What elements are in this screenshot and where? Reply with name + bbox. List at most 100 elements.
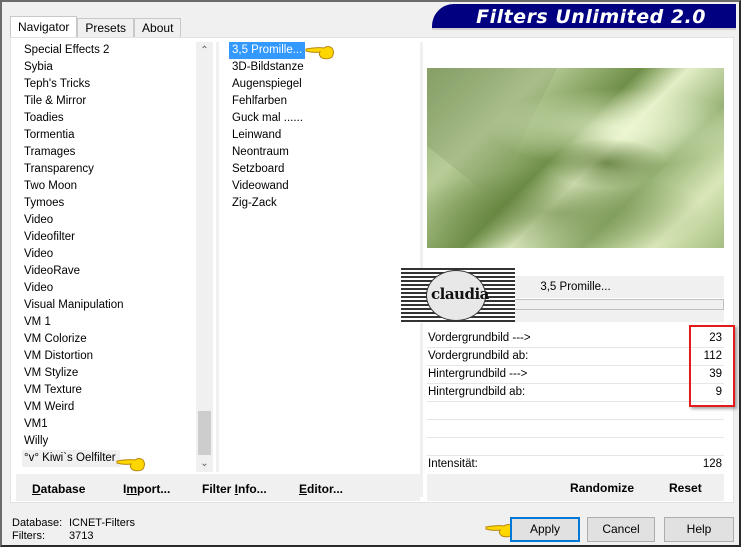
divider: [216, 42, 219, 472]
import-button[interactable]: Import...: [123, 482, 170, 496]
category-label: °v° Kiwi`s Oelfilter: [22, 450, 120, 467]
category-label: Toadies: [24, 112, 64, 124]
category-item[interactable]: Tymoes: [14, 195, 196, 212]
category-label: VM1: [24, 418, 48, 430]
category-item[interactable]: VM Texture: [14, 382, 196, 399]
filter-item[interactable]: Neontraum: [229, 144, 292, 161]
filter-item[interactable]: Fehlfarben: [229, 93, 290, 110]
tab-navigator[interactable]: Navigator: [10, 16, 78, 38]
category-item[interactable]: Video: [14, 246, 196, 263]
category-item[interactable]: Transparency: [14, 161, 196, 178]
category-label: Tile & Mirror: [24, 95, 87, 107]
category-item[interactable]: Tormentia: [14, 127, 196, 144]
category-item[interactable]: VM1: [14, 416, 196, 433]
category-item[interactable]: VM Stylize: [14, 365, 196, 382]
category-label: Teph's Tricks: [24, 78, 91, 90]
help-button[interactable]: Help: [664, 517, 734, 542]
category-item[interactable]: Tile & Mirror: [14, 93, 196, 110]
category-label: Tymoes: [24, 197, 65, 209]
filter-item[interactable]: 3,5 Promille...: [229, 42, 306, 59]
category-label: VideoRave: [24, 265, 81, 277]
parameter-label: Hintergrundbild ab:: [428, 386, 526, 398]
filter-preview-image: [427, 68, 724, 248]
parameter-label: Vordergrundbild ab:: [428, 350, 529, 362]
category-list[interactable]: Special Effects 2 Sybia Teph's Tricks Tile …: [14, 42, 196, 467]
scroll-up-arrow-icon[interactable]: ⌃: [196, 42, 213, 59]
editor-button[interactable]: Editor...: [299, 482, 343, 496]
empty-parameter-slot: [427, 402, 724, 420]
category-item[interactable]: Video: [14, 212, 196, 229]
category-scrollbar[interactable]: ⌃ ⌄: [196, 42, 213, 472]
tab-about[interactable]: About: [134, 18, 182, 38]
category-label: Tormentia: [24, 129, 75, 141]
category-item[interactable]: VM Colorize: [14, 331, 196, 348]
filter-item[interactable]: Leinwand: [229, 127, 284, 144]
scrollbar-thumb[interactable]: [198, 411, 211, 455]
scroll-down-arrow-icon[interactable]: ⌄: [196, 455, 213, 472]
filter-item[interactable]: Setzboard: [229, 161, 287, 178]
category-item[interactable]: Visual Manipulation: [14, 297, 196, 314]
category-item[interactable]: Tramages: [14, 144, 196, 161]
category-label: Video: [24, 282, 54, 294]
filter-item[interactable]: Augenspiegel: [229, 76, 305, 93]
title-banner: Filters Unlimited 2.0: [432, 4, 736, 28]
filter-info-button[interactable]: Filter Info...: [202, 482, 267, 496]
highlight-box: [689, 325, 735, 407]
category-label: VM 1: [24, 316, 51, 328]
apply-button[interactable]: Apply: [510, 517, 580, 542]
parameter-label: Hintergrundbild --->: [428, 368, 528, 380]
category-item[interactable]: VM Weird: [14, 399, 196, 416]
pointing-hand-icon: [305, 46, 334, 60]
empty-parameter-slot: [427, 438, 724, 456]
category-label: VM Weird: [24, 401, 75, 413]
tab-bar: Navigator Presets About: [10, 16, 182, 38]
tab-presets[interactable]: Presets: [77, 18, 135, 38]
preview-button-bar: Randomize Reset: [427, 474, 724, 501]
filters-label: Filters:: [12, 530, 45, 542]
category-label: Transparency: [24, 163, 94, 175]
filter-item[interactable]: Videowand: [229, 178, 292, 195]
parameter-sliders: Vordergrundbild ---> 23 Vordergrundbild ab…: [427, 330, 724, 456]
parameter-slider[interactable]: Vordergrundbild ---> 23: [427, 330, 724, 348]
randomize-button[interactable]: Randomize: [570, 481, 634, 495]
category-item[interactable]: Teph's Tricks: [14, 76, 196, 93]
category-label: Two Moon: [24, 180, 78, 192]
category-item[interactable]: Willy: [14, 433, 196, 450]
filter-item[interactable]: Guck mal ......: [229, 110, 306, 127]
parameter-slider[interactable]: Vordergrundbild ab: 112: [427, 348, 724, 366]
filter-item[interactable]: 3D-Bildstanze: [229, 59, 307, 76]
cancel-button[interactable]: Cancel: [587, 517, 655, 542]
category-item[interactable]: Toadies: [14, 110, 196, 127]
status-info: Database: ICNET-Filters Filters: 3713: [12, 517, 135, 543]
category-item[interactable]: VM Distortion: [14, 348, 196, 365]
parameter-slider[interactable]: Hintergrundbild ---> 39: [427, 366, 724, 384]
app-title: Filters Unlimited 2.0: [476, 6, 706, 28]
category-label: VM Distortion: [24, 350, 94, 362]
category-item[interactable]: VM 1: [14, 314, 196, 331]
category-label: VM Texture: [24, 384, 82, 396]
intensity-label: Intensität:: [428, 458, 478, 470]
pointing-hand-icon: [116, 458, 145, 472]
category-label: Video: [24, 248, 54, 260]
category-label: Tramages: [24, 146, 76, 158]
navigator-button-bar: Database Import... Filter Info... Editor…: [16, 474, 420, 501]
category-item[interactable]: Special Effects 2: [14, 42, 196, 59]
filter-list[interactable]: 3,5 Promille... 3D-Bildstanze Augenspiegel…: [229, 42, 409, 212]
category-item[interactable]: Sybia: [14, 59, 196, 76]
database-label: Database:: [12, 517, 63, 529]
category-item[interactable]: Video: [14, 280, 196, 297]
category-item[interactable]: Two Moon: [14, 178, 196, 195]
category-item[interactable]: °v° Kiwi`s Oelfilter: [14, 450, 196, 467]
database-button[interactable]: Database: [32, 482, 85, 496]
category-label: Video: [24, 214, 54, 226]
parameter-label: Vordergrundbild --->: [428, 332, 531, 344]
category-label: VM Colorize: [24, 333, 87, 345]
reset-button[interactable]: Reset: [669, 481, 702, 495]
filters-count: 3713: [69, 530, 94, 542]
banner-underline: [432, 28, 736, 30]
parameter-slider[interactable]: Hintergrundbild ab: 9: [427, 384, 724, 402]
filter-item[interactable]: Zig-Zack: [229, 195, 280, 212]
category-item[interactable]: VideoRave: [14, 263, 196, 280]
intensity-slider[interactable]: Intensität: 128: [427, 456, 724, 474]
category-item[interactable]: Videofilter: [14, 229, 196, 246]
